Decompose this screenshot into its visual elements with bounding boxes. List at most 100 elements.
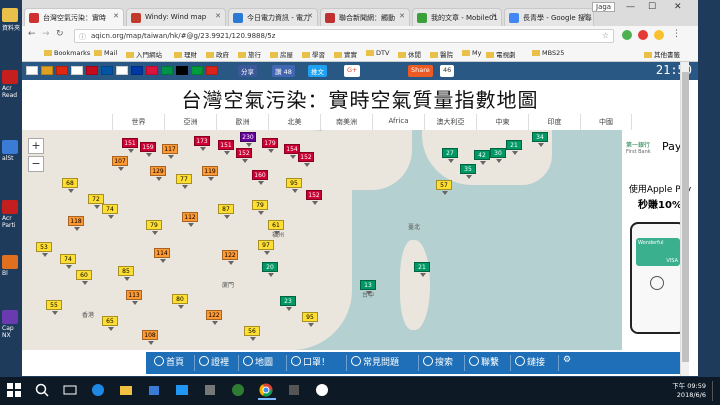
search-icon[interactable] [34, 382, 52, 400]
maximize-icon[interactable]: ☐ [648, 2, 656, 12]
edge-icon[interactable] [90, 382, 108, 400]
aqi-marker[interactable]: 55 [46, 300, 62, 315]
aqi-marker[interactable]: 60 [76, 270, 92, 285]
region-tab[interactable]: 亞洲 [164, 114, 216, 130]
flag-icon[interactable] [86, 66, 98, 75]
flag-icon[interactable] [41, 66, 53, 75]
aqi-marker[interactable]: 79 [252, 200, 268, 215]
aqi-marker[interactable]: 230 [240, 132, 256, 147]
close-icon[interactable]: ✕ [491, 12, 497, 20]
nav-map[interactable]: 地圖 [238, 355, 273, 371]
system-clock[interactable]: 下午 09:59 2018/6/6 [672, 382, 706, 400]
app-icon[interactable] [286, 382, 304, 400]
nav-links[interactable]: 鏈接 [510, 355, 545, 371]
aqi-marker[interactable]: 21 [414, 262, 430, 277]
aqi-marker[interactable]: 129 [150, 166, 166, 181]
close-icon[interactable]: ✕ [113, 12, 119, 20]
share-button[interactable]: Share [408, 65, 433, 77]
nav-contact[interactable]: 聯繫 [464, 355, 499, 371]
aqi-marker[interactable]: 13 [360, 280, 376, 295]
flag-icon[interactable] [116, 66, 128, 75]
aqi-marker[interactable]: 72 [88, 194, 104, 209]
extension-icon[interactable] [638, 30, 648, 40]
bookmark-item[interactable]: 醫院 [430, 49, 453, 59]
aqi-marker[interactable]: 65 [102, 316, 118, 331]
tab-google[interactable]: 長青學 - Google 搜尋 ✕ [504, 8, 594, 26]
bookmark-item[interactable]: 電視劇 [486, 49, 516, 59]
store-icon[interactable] [146, 382, 164, 400]
google-plus-button[interactable]: G+ [344, 65, 361, 77]
back-icon[interactable]: ← [28, 29, 36, 39]
app-icon[interactable] [230, 382, 248, 400]
flag-icon[interactable] [161, 66, 173, 75]
aqi-marker[interactable]: 35 [460, 164, 476, 179]
aqi-marker[interactable]: 114 [154, 248, 170, 263]
aqi-marker[interactable]: 119 [202, 166, 218, 181]
flag-icon[interactable] [131, 66, 143, 75]
desktop-icon-bl[interactable]: Bl [2, 255, 24, 277]
photos-icon[interactable] [174, 382, 192, 400]
aqi-marker[interactable]: 61 [268, 220, 284, 235]
flag-icon[interactable] [191, 66, 203, 75]
desktop-icon-alst[interactable]: alSt [2, 140, 24, 162]
aqi-marker[interactable]: 30 [490, 148, 506, 163]
aqi-marker[interactable]: 79 [146, 220, 162, 235]
aqi-marker[interactable]: 122 [222, 250, 238, 265]
show-desktop-button[interactable] [712, 381, 718, 401]
aqi-marker[interactable]: 151 [122, 138, 138, 153]
region-tab[interactable]: 中國 [580, 114, 632, 130]
aqi-marker[interactable]: 112 [182, 212, 198, 227]
aqi-marker[interactable]: 74 [102, 204, 118, 219]
zoom-in-button[interactable]: + [28, 138, 44, 154]
bookmark-item[interactable]: 政府 [206, 49, 229, 59]
aqi-marker[interactable]: 95 [286, 178, 302, 193]
aqi-marker[interactable]: 107 [112, 156, 128, 171]
profile-button[interactable]: Jaga [592, 2, 616, 12]
nav-settings[interactable]: ⚙ [558, 355, 571, 371]
desktop-icon-capture-nx[interactable]: Cap NX [2, 310, 24, 339]
zoom-out-button[interactable]: − [28, 156, 44, 172]
tab-aqicn[interactable]: 台灣空氣污染：實時 ✕ [24, 8, 124, 26]
bookmark-item[interactable]: 理財 [174, 49, 197, 59]
bookmark-item[interactable]: Mail [94, 49, 117, 57]
nav-search[interactable]: 搜索 [418, 355, 453, 371]
aqi-marker[interactable]: 57 [436, 180, 452, 195]
aqi-marker[interactable]: 77 [176, 174, 192, 189]
file-explorer-icon[interactable] [118, 382, 136, 400]
flag-icon[interactable] [146, 66, 158, 75]
tab-windy[interactable]: Windy: Wind map ✕ [126, 8, 226, 26]
reload-icon[interactable]: ↻ [56, 29, 64, 39]
extension-icon[interactable] [622, 30, 632, 40]
region-tab[interactable]: 世界 [112, 114, 164, 130]
extension-icon[interactable] [654, 30, 664, 40]
aqi-marker[interactable]: 27 [442, 148, 458, 163]
address-bar[interactable]: ⓘ aqicn.org/map/taiwan/hk/#@g/23.9921/12… [74, 29, 614, 43]
close-icon[interactable]: ✕ [583, 12, 589, 20]
bookmark-item[interactable]: 入門網站 [126, 49, 162, 59]
close-window-icon[interactable]: ✕ [674, 2, 682, 12]
bookmark-item[interactable]: 其他書籤 [644, 49, 680, 59]
windows-start-icon[interactable] [6, 382, 24, 400]
tab-mobile01[interactable]: 我的文章 - Mobile01 ✕ [412, 8, 502, 26]
menu-icon[interactable]: ⋮ [672, 29, 681, 39]
aqi-marker[interactable]: 108 [142, 330, 158, 345]
star-icon[interactable]: ☆ [602, 31, 609, 40]
app-icon[interactable] [314, 382, 332, 400]
close-icon[interactable]: ✕ [215, 12, 221, 20]
bookmark-item[interactable]: Bookmarks [44, 49, 90, 57]
region-tab[interactable]: 澳大利亞 [424, 114, 476, 130]
bookmark-item[interactable]: DTV [366, 49, 389, 57]
aqi-marker[interactable]: 53 [36, 242, 52, 257]
nav-location[interactable]: 證裡 [194, 355, 229, 371]
aqi-marker[interactable]: 122 [206, 310, 222, 325]
aqi-marker[interactable]: 68 [62, 178, 78, 193]
tweet-button[interactable]: 推文 [308, 65, 327, 77]
chrome-icon[interactable] [258, 382, 276, 400]
aqi-marker[interactable]: 95 [302, 312, 318, 327]
aqi-marker[interactable]: 159 [140, 142, 156, 157]
page-scrollbar[interactable] [680, 62, 689, 376]
tab-power[interactable]: 今日電力資訊 - 電力 ✕ [228, 8, 318, 26]
nav-faq[interactable]: 常見問題 [346, 355, 399, 371]
aqi-marker[interactable]: 152 [306, 190, 322, 205]
aqi-marker[interactable]: 74 [60, 254, 76, 269]
